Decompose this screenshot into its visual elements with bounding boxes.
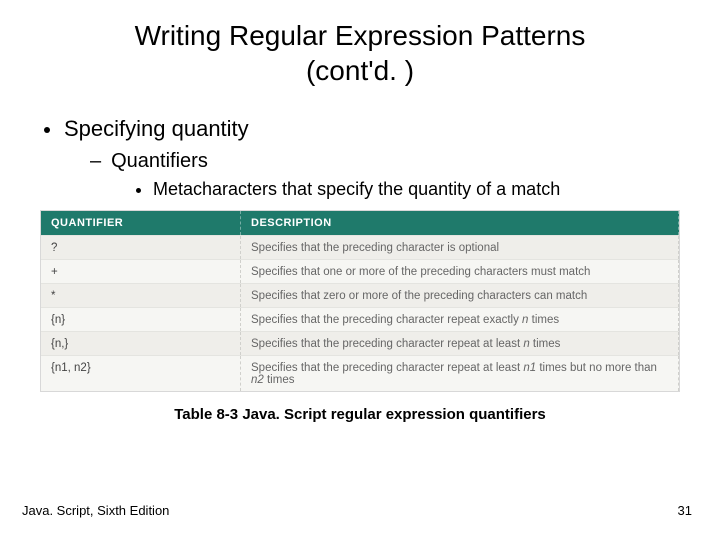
cell-description: Specifies that zero or more of the prece… — [241, 284, 679, 307]
bullet-level1: Specifying quantity — [40, 116, 680, 142]
bullet-dot-icon — [44, 127, 50, 133]
table-caption: Table 8-3 Java. Script regular expressio… — [0, 406, 720, 423]
bullet-level3: Metacharacters that specify the quantity… — [136, 179, 680, 200]
cell-description: Specifies that the preceding character r… — [241, 308, 679, 331]
table-row: + Specifies that one or more of the prec… — [41, 259, 679, 283]
bullet-level2: – Quantifiers — [90, 150, 680, 173]
cell-quantifier: {n,} — [41, 332, 241, 355]
table-row: {n,} Specifies that the preceding charac… — [41, 331, 679, 355]
table-row: * Specifies that zero or more of the pre… — [41, 283, 679, 307]
cell-description: Specifies that one or more of the preced… — [241, 260, 679, 283]
content-block: Specifying quantity – Quantifiers Metach… — [0, 116, 720, 200]
cell-quantifier: {n} — [41, 308, 241, 331]
cell-quantifier: * — [41, 284, 241, 307]
th-description: DESCRIPTION — [241, 211, 679, 235]
table-row: ? Specifies that the preceding character… — [41, 235, 679, 259]
table-body: ? Specifies that the preceding character… — [41, 235, 679, 391]
th-quantifier: QUANTIFIER — [41, 211, 241, 235]
bullet-l1-text: Specifying quantity — [64, 116, 249, 142]
table-row: {n1, n2} Specifies that the preceding ch… — [41, 355, 679, 391]
cell-quantifier: {n1, n2} — [41, 356, 241, 391]
title-line2: (cont'd. ) — [306, 55, 414, 86]
slide-number: 31 — [678, 503, 692, 518]
bullet-l3-text: Metacharacters that specify the quantity… — [153, 179, 560, 200]
table-row: {n} Specifies that the preceding charact… — [41, 307, 679, 331]
bullet-dash-icon: – — [90, 150, 101, 173]
cell-description: Specifies that the preceding character i… — [241, 236, 679, 259]
cell-quantifier: + — [41, 260, 241, 283]
footer-left: Java. Script, Sixth Edition — [22, 503, 169, 518]
bullet-l2-text: Quantifiers — [111, 150, 208, 173]
cell-description: Specifies that the preceding character r… — [241, 332, 679, 355]
cell-quantifier: ? — [41, 236, 241, 259]
title-line1: Writing Regular Expression Patterns — [135, 20, 586, 51]
bullet-dot-icon — [136, 188, 141, 193]
slide-title: Writing Regular Expression Patterns (con… — [0, 18, 720, 88]
cell-description: Specifies that the preceding character r… — [241, 356, 679, 391]
quantifier-table: QUANTIFIER DESCRIPTION ? Specifies that … — [40, 210, 680, 392]
table-header-row: QUANTIFIER DESCRIPTION — [41, 211, 679, 235]
